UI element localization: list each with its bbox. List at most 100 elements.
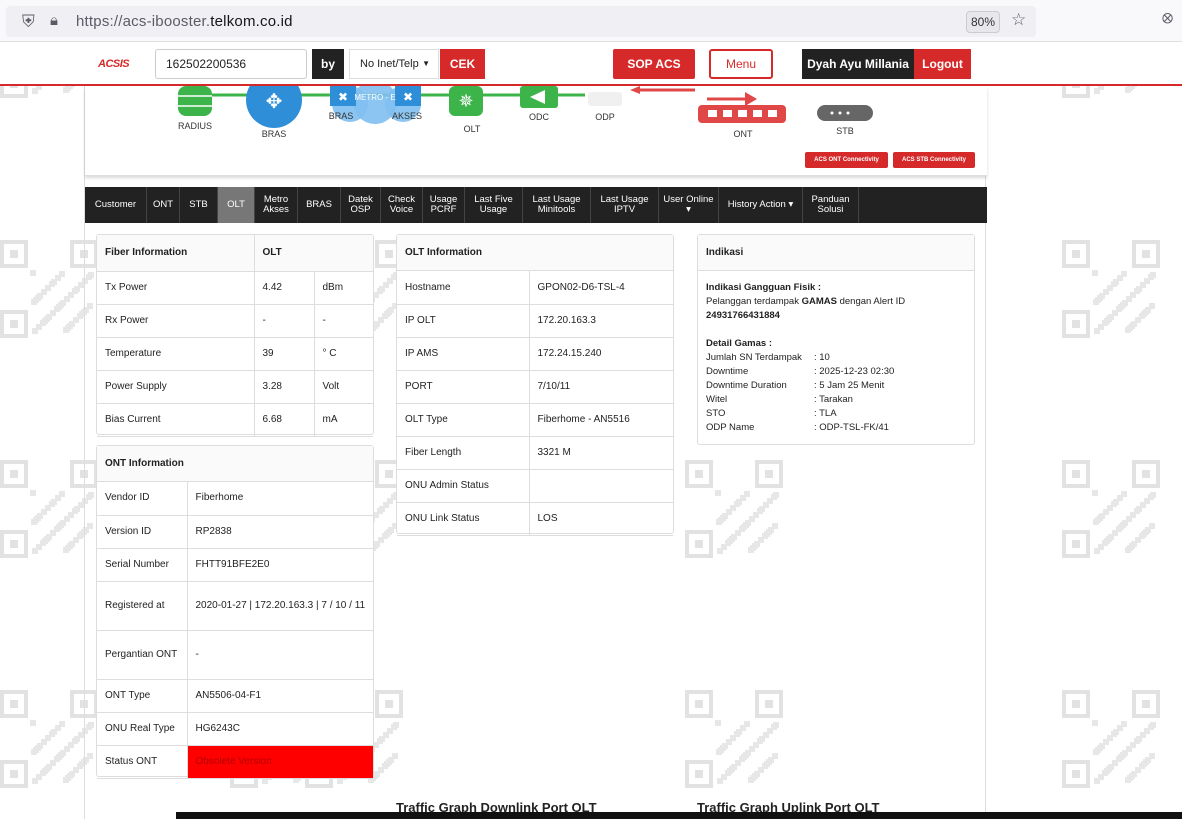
olt-row: PORT 7/10/11 [397,370,673,404]
app-header: ACSIS by No Inet/Telp ▼ CEK SOP ACS Menu… [0,42,1182,86]
detail-gamas-row: Witel: Tarakan [706,393,966,407]
ont-row-value: RP2838 [186,515,373,549]
olt-row-label: Fiber Length [397,436,529,470]
menu-button[interactable]: Menu [709,49,773,79]
olt-row: Hostname GPON02-D6-TSL-4 [397,271,673,305]
tab-check-voice[interactable]: Check Voice [381,187,423,223]
olt-row-label: Hostname [397,271,529,305]
ont-row: Pergantian ONT - [97,630,373,680]
topology-label-ont: ONT [733,129,753,139]
olt-row-value: 172.24.15.240 [528,337,673,371]
topology-label-stb: STB [836,126,854,136]
ont-row-label: Status ONT [97,745,187,779]
olt-row: ONU Admin Status [397,469,673,503]
acs-ont-connectivity-button[interactable]: ACS ONT Connectivity [805,152,888,168]
fiber-row-unit: - [313,304,373,338]
detail-gamas-list: Jumlah SN Terdampak: 10 Downtime : 2025-12… [706,351,966,435]
ont-row-value: FHTT91BFE2E0 [186,548,373,582]
indikasi-fisik-title: Indikasi Gangguan Fisik : [706,282,822,293]
olt-row-value: GPON02-D6-TSL-4 [528,271,673,305]
tab-stb[interactable]: STB [180,187,218,223]
detail-gamas-row: ODP Name: ODP-TSL-FK/41 [706,421,966,435]
olt-row-label: ONU Admin Status [397,469,529,503]
fiber-row: Bias Current 6.68 mA [97,403,373,437]
detail-gamas-key: Downtime Duration [706,380,787,391]
tab-bar: Customer ONT STB OLT Metro Akses BRAS Datek OS… [85,187,987,223]
arrow-head-icon [745,92,757,106]
tab-user-online[interactable]: User Online ▾ [659,187,719,223]
fiber-row-label: Temperature [97,337,254,371]
olt-row-value: 172.20.163.3 [528,304,673,338]
tab-last-usage-minitools[interactable]: Last Usage Minitools [523,187,591,223]
topology-label-metro: METRO - E [354,93,396,102]
bottom-scroll-bar[interactable] [176,812,1182,819]
olt-information-title: OLT Information [397,235,673,271]
tab-olt[interactable]: OLT [218,187,255,223]
tab-panduan-solusi[interactable]: Panduan Solusi [803,187,859,223]
sop-acs-button[interactable]: SOP ACS [613,49,695,79]
tab-last-five-usage[interactable]: Last Five Usage [465,187,523,223]
tab-ont[interactable]: ONT [147,187,180,223]
detail-gamas-value: : 2025-12-23 02:30 [814,366,895,377]
fiber-row: Power Supply 3.28 Volt [97,370,373,404]
qr-watermark [1062,460,1162,560]
olt-icon: ✵ [449,86,483,116]
fiber-row-unit: dBm [313,271,373,305]
tab-customer[interactable]: Customer [85,187,147,223]
ont-row-label: Registered at [97,581,187,631]
fiber-column-olt: OLT [253,235,373,272]
tab-history-action[interactable]: History Action ▾ [719,187,803,223]
shield-icon[interactable]: ⛨ [22,12,35,32]
url-text[interactable]: https://acs-ibooster.telkom.co.id [76,13,293,30]
by-label: by [312,49,344,79]
ont-row-label: Pergantian ONT [97,630,187,680]
ont-row-value: HG6243C [186,712,373,746]
ont-row-value: Fiberhome [186,482,373,516]
olt-row-label: ONU Link Status [397,502,529,536]
tab-bras[interactable]: BRAS [298,187,341,223]
topology-label-odp: ODP [595,112,615,122]
tab-metro-akses[interactable]: Metro Akses [255,187,298,223]
fiber-row-value: - [253,304,314,338]
ont-information-card: ONT Information Vendor ID Fiberhome Versi… [96,445,374,779]
fiber-row-value: 3.28 [253,370,314,404]
search-type-value: No Inet/Telp [360,58,419,70]
olt-information-card: OLT Information Hostname GPON02-D6-TSL-4… [396,234,674,536]
fiber-row-label: Bias Current [97,403,254,437]
indikasi-title: Indikasi [698,235,974,271]
ont-row-label: ONT Type [97,679,187,713]
ont-row: ONU Real Type HG6243C [97,712,373,746]
detail-gamas-row: Jumlah SN Terdampak: 10 [706,351,966,365]
tab-datek-osp[interactable]: Datek OSP [341,187,381,223]
ont-row: Status ONT Obsolete Version [97,745,373,779]
alert-id: 24931766431884 [706,310,780,321]
topology-label-olt: OLT [463,124,481,134]
radius-server-icon [178,86,212,116]
tab-usage-pcrf[interactable]: Usage PCRF [423,187,465,223]
fiber-row-label: Tx Power [97,271,254,305]
fiber-row: Rx Power - - [97,304,373,338]
acsis-logo: ACSIS [98,58,130,70]
cek-button[interactable]: CEK [440,49,485,79]
lock-icon[interactable]: 🔒︎ [50,12,58,29]
chevron-down-icon: ▼ [422,59,430,68]
odp-icon [588,92,622,106]
ont-row-label: Vendor ID [97,482,187,516]
detail-gamas-key: Downtime [706,366,749,377]
pocket-icon[interactable]: ⭙ [1162,10,1173,27]
user-name: Dyah Ayu Millania [802,49,914,79]
tab-last-usage-iptv[interactable]: Last Usage IPTV [591,187,659,223]
search-type-select[interactable]: No Inet/Telp ▼ [349,49,439,79]
bookmark-star-icon[interactable]: ☆ [1011,10,1026,30]
zoom-level-badge[interactable]: 80% [966,11,1000,33]
olt-row: IP OLT 172.20.163.3 [397,304,673,338]
detail-gamas-key: Witel [706,394,728,405]
search-input[interactable] [155,49,307,79]
olt-row-label: IP OLT [397,304,529,338]
olt-row: Fiber Length 3321 M [397,436,673,470]
qr-watermark [1062,240,1162,340]
logout-button[interactable]: Logout [914,49,971,79]
ont-row-label: Serial Number [97,548,187,582]
acs-stb-connectivity-button[interactable]: ACS STB Connectivity [893,152,975,168]
ont-row: Serial Number FHTT91BFE2E0 [97,548,373,582]
